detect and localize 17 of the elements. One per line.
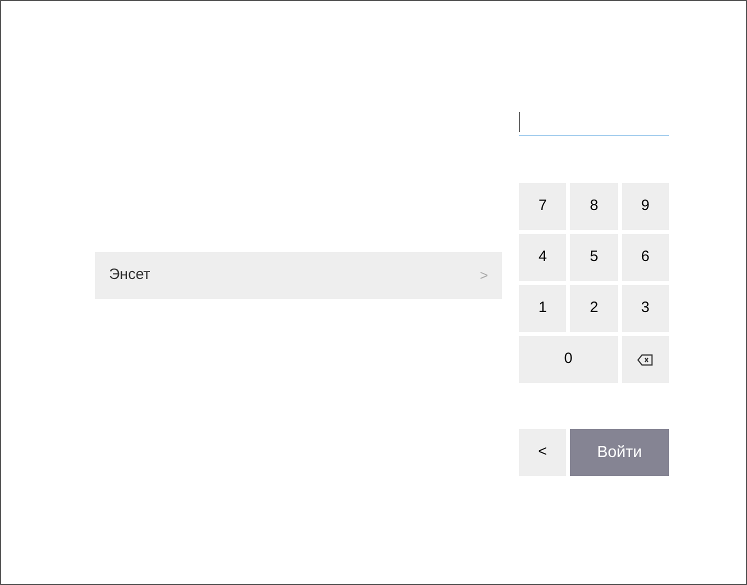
login-button[interactable]: Войти	[570, 429, 669, 476]
digit-key[interactable]: 1	[519, 285, 566, 332]
digit-key[interactable]: 5	[570, 234, 618, 281]
digit-key[interactable]: 8	[570, 183, 618, 230]
user-list-item[interactable]: Энсет >	[95, 252, 502, 299]
digit-key[interactable]: 2	[570, 285, 618, 332]
back-button[interactable]: <	[519, 429, 566, 476]
user-name: Энсет	[109, 265, 150, 286]
digit-key[interactable]: 4	[519, 234, 566, 281]
digit-key[interactable]: 9	[622, 183, 669, 230]
digit-key[interactable]: 7	[519, 183, 566, 230]
backspace-key[interactable]	[622, 336, 669, 383]
digit-key[interactable]: 6	[622, 234, 669, 281]
digit-key[interactable]: 0	[519, 336, 618, 383]
chevron-icon: >	[480, 265, 488, 286]
backspace-icon	[637, 354, 654, 366]
digit-key[interactable]: 3	[622, 285, 669, 332]
